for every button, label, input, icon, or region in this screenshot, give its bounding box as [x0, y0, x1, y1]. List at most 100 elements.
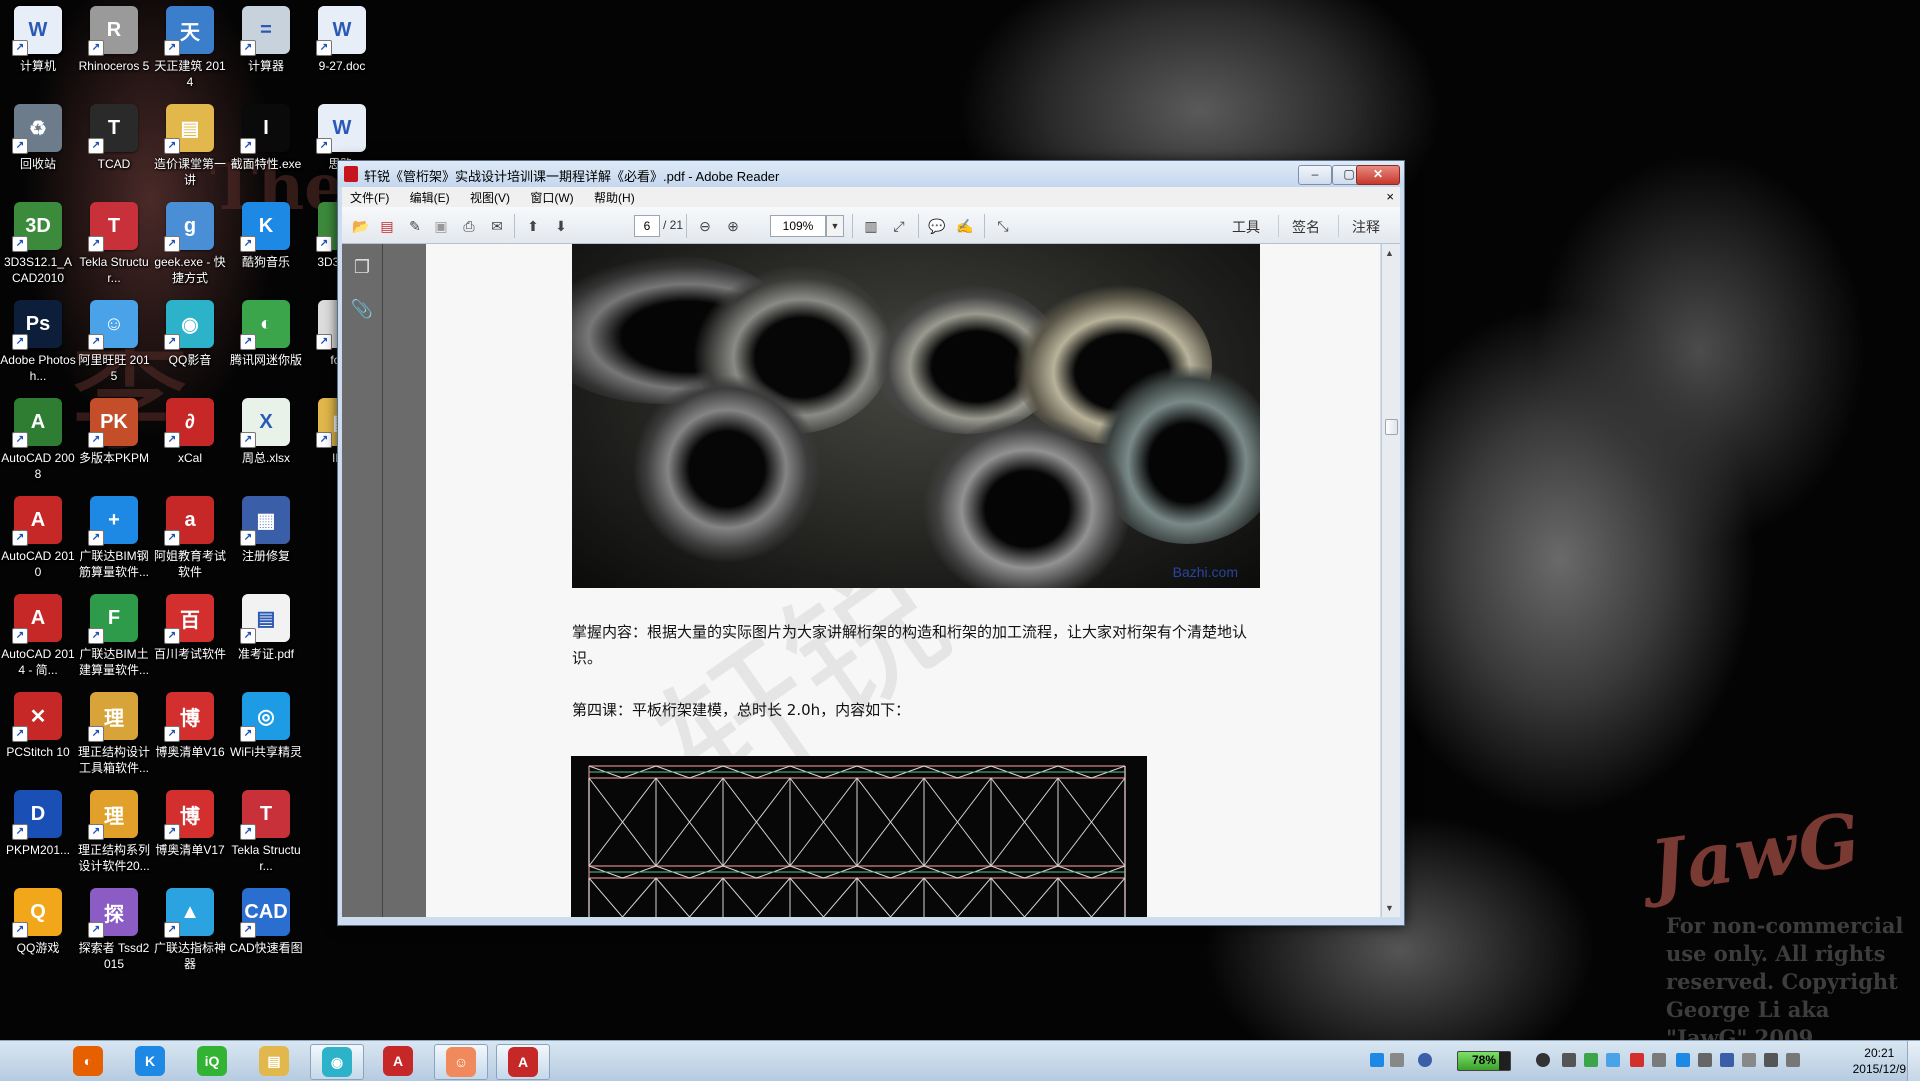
- document-view[interactable]: 轩锐 Bazhi.com 掌握内容：根据大量的实际图片为大家讲解桁架的构造和桁架…: [383, 244, 1380, 917]
- document-close-button[interactable]: ×: [1386, 189, 1394, 204]
- desktop-icon[interactable]: W ↗ 9-27.doc: [304, 6, 380, 74]
- zoom-level-input[interactable]: 109%: [770, 215, 826, 237]
- menu-edit[interactable]: 编辑(E): [402, 187, 459, 206]
- desktop-icon[interactable]: CAD ↗ CAD快速看图: [228, 888, 304, 956]
- print-icon[interactable]: ⎙: [458, 215, 480, 237]
- signal-icon[interactable]: [1698, 1053, 1712, 1067]
- comment-pane-link[interactable]: 注释: [1352, 217, 1380, 237]
- desktop-icon[interactable]: PK ↗ 多版本PKPM: [76, 398, 152, 466]
- desktop-icon[interactable]: ♻ ↗ 回收站: [0, 104, 76, 172]
- highlight-icon[interactable]: ✍: [954, 215, 976, 237]
- desktop-icon[interactable]: T ↗ TCAD: [76, 104, 152, 172]
- desktop-icon[interactable]: ▲ ↗ 广联达指标神器: [152, 888, 228, 972]
- desktop-icon[interactable]: A ↗ AutoCAD 2008: [0, 398, 76, 482]
- desktop-icon[interactable]: = ↗ 计算器: [228, 6, 304, 74]
- menu-window[interactable]: 窗口(W): [522, 187, 582, 206]
- desktop-icon[interactable]: a ↗ 阿姐教育考试软件: [152, 496, 228, 580]
- keyboard-icon[interactable]: [1720, 1053, 1734, 1067]
- page-number-input[interactable]: 6: [634, 215, 660, 237]
- desktop-icon[interactable]: ✕ ↗ PCStitch 10: [0, 692, 76, 760]
- taskbar-autocad-button[interactable]: A: [496, 1044, 550, 1080]
- desktop-icon[interactable]: X ↗ 周总.xlsx: [228, 398, 304, 466]
- desktop-icon[interactable]: K ↗ 酷狗音乐: [228, 202, 304, 270]
- zoom-in-icon[interactable]: ⊕: [722, 215, 744, 237]
- desktop-icon[interactable]: + ↗ 广联达BIM钢筋算量软件...: [76, 496, 152, 580]
- desktop-icon[interactable]: T ↗ Tekla Structur...: [228, 790, 304, 874]
- desktop-icon[interactable]: I ↗ 截面特性.exe: [228, 104, 304, 172]
- menu-file[interactable]: 文件(F): [342, 187, 398, 206]
- desktop-icon[interactable]: 理 ↗ 理正结构设计工具箱软件...: [76, 692, 152, 776]
- adobe-reader-window[interactable]: 轩锐《管桁架》实战设计培训课一期程详解《必看》.pdf - Adobe Read…: [337, 160, 1405, 926]
- attachment-icon[interactable]: 📎: [349, 296, 375, 322]
- minimize-button[interactable]: –: [1298, 165, 1332, 185]
- zoom-dropdown-icon[interactable]: ▼: [826, 215, 844, 237]
- desktop-icon[interactable]: 博 ↗ 博奥清单V17: [152, 790, 228, 858]
- tools-pane-link[interactable]: 工具: [1232, 217, 1260, 237]
- usb-icon[interactable]: [1652, 1053, 1666, 1067]
- close-button[interactable]: ✕: [1356, 165, 1400, 185]
- volume-icon[interactable]: [1764, 1053, 1778, 1067]
- system-clock[interactable]: 20:21 2015/12/9: [1853, 1045, 1906, 1077]
- desktop-icon[interactable]: ▤ ↗ 造价课堂第一讲: [152, 104, 228, 188]
- scroll-up-icon[interactable]: ▲: [1385, 248, 1394, 258]
- scroll-thumb[interactable]: [1385, 419, 1398, 435]
- display-icon[interactable]: [1676, 1053, 1690, 1067]
- desktop-icon[interactable]: 3D ↗ 3D3S12.1_ACAD2010: [0, 202, 76, 286]
- input-method-icon[interactable]: [1370, 1053, 1384, 1067]
- create-pdf-icon[interactable]: ▤: [376, 215, 398, 237]
- fit-width-icon[interactable]: ⤢: [888, 215, 910, 237]
- desktop-icon[interactable]: ▤ ↗ 准考证.pdf: [228, 594, 304, 662]
- ime-icon[interactable]: [1786, 1053, 1800, 1067]
- taskbar-iqiyi-button[interactable]: iQ: [186, 1044, 238, 1078]
- comment-icon[interactable]: 💬: [926, 215, 948, 237]
- taskbar-firefox-button[interactable]: ◐: [62, 1044, 114, 1078]
- power-icon[interactable]: [1536, 1053, 1550, 1067]
- desktop-icon[interactable]: 百 ↗ 百川考试软件: [152, 594, 228, 662]
- battery-indicator[interactable]: 78%: [1457, 1051, 1511, 1071]
- prev-page-icon[interactable]: ⬆: [522, 215, 544, 237]
- email-icon[interactable]: ✉: [486, 215, 508, 237]
- scroll-down-icon[interactable]: ▼: [1385, 903, 1394, 913]
- update-icon[interactable]: [1606, 1053, 1620, 1067]
- menu-help[interactable]: 帮助(H): [586, 187, 644, 206]
- desktop-icon[interactable]: 理 ↗ 理正结构系列设计软件20...: [76, 790, 152, 874]
- network-adapter-icon[interactable]: [1562, 1053, 1576, 1067]
- desktop-icon[interactable]: 博 ↗ 博奥清单V16: [152, 692, 228, 760]
- language-icon[interactable]: [1390, 1053, 1404, 1067]
- desktop-icon[interactable]: ∂ ↗ xCal: [152, 398, 228, 466]
- show-desktop-button[interactable]: [1907, 1041, 1920, 1081]
- help-icon[interactable]: [1418, 1053, 1432, 1067]
- desktop-icon[interactable]: W ↗: [0, 6, 76, 58]
- save-icon[interactable]: ▣: [430, 215, 452, 237]
- desktop-icon[interactable]: A ↗ AutoCAD 2014 - 简...: [0, 594, 76, 678]
- fit-page-icon[interactable]: ▥: [860, 215, 882, 237]
- desktop-icon[interactable]: F ↗ 广联达BIM土建算量软件...: [76, 594, 152, 678]
- fullscreen-icon[interactable]: ⤡: [992, 215, 1014, 237]
- desktop-icon[interactable]: D ↗ PKPM201...: [0, 790, 76, 858]
- taskbar-kugou-button[interactable]: K: [124, 1044, 176, 1078]
- desktop-icon[interactable]: R ↗ Rhinoceros 5: [76, 6, 152, 74]
- desktop-icon[interactable]: ◎ ↗ WiFi共享精灵: [228, 692, 304, 760]
- flag-icon[interactable]: [1742, 1053, 1756, 1067]
- desktop-icon[interactable]: ◐ ↗ 腾讯网迷你版: [228, 300, 304, 368]
- desktop-icon[interactable]: A ↗ AutoCAD 2010: [0, 496, 76, 580]
- desktop-icon[interactable]: 探 ↗ 探索者 Tssd2015: [76, 888, 152, 972]
- desktop-icon[interactable]: 天 ↗ 天正建筑 2014: [152, 6, 228, 90]
- desktop-icon[interactable]: ◉ ↗ QQ影音: [152, 300, 228, 368]
- next-page-icon[interactable]: ⬇: [550, 215, 572, 237]
- edit-icon[interactable]: ✎: [404, 215, 426, 237]
- desktop-icon[interactable]: Q ↗ QQ游戏: [0, 888, 76, 956]
- desktop-icon[interactable]: ▦ ↗ 注册修复: [228, 496, 304, 564]
- taskbar-qq-player-button[interactable]: ◉: [310, 1044, 364, 1080]
- security-icon[interactable]: [1584, 1053, 1598, 1067]
- vertical-scrollbar[interactable]: ▲ ▼: [1381, 244, 1400, 917]
- window-titlebar[interactable]: 轩锐《管桁架》实战设计培训课一期程详解《必看》.pdf - Adobe Read…: [338, 161, 1404, 187]
- open-icon[interactable]: 📂: [350, 215, 372, 237]
- desktop-icon[interactable]: ☺ ↗ 阿里旺旺 2015: [76, 300, 152, 384]
- sign-pane-link[interactable]: 签名: [1292, 217, 1320, 237]
- taskbar-adobe-reader-button[interactable]: A: [372, 1044, 424, 1078]
- pages-icon[interactable]: ❐: [349, 254, 375, 280]
- zoom-out-icon[interactable]: ⊖: [694, 215, 716, 237]
- menu-view[interactable]: 视图(V): [462, 187, 519, 206]
- desktop-icon[interactable]: Ps ↗ Adobe Photosh...: [0, 300, 76, 384]
